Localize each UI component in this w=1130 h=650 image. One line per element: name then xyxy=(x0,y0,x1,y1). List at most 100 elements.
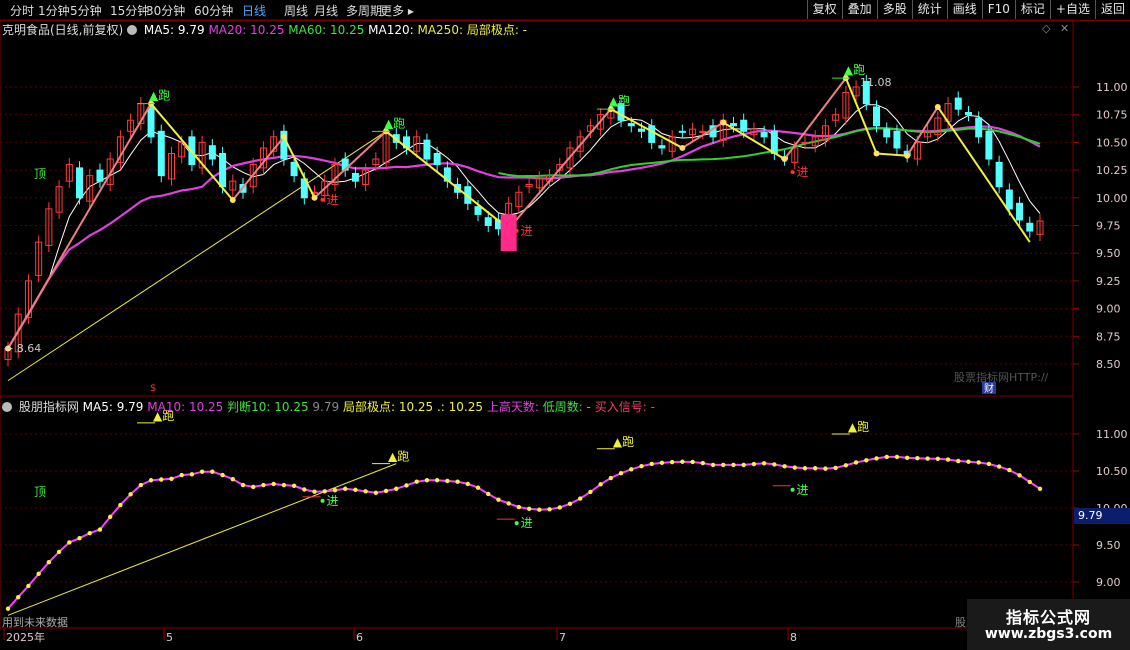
sub-dot xyxy=(281,482,287,488)
sub-panel-frame xyxy=(0,395,1074,629)
sub-dot xyxy=(925,456,930,461)
y-tick-label: 9.75 xyxy=(1096,220,1121,233)
sub-buy-label: 进 xyxy=(327,494,339,508)
sub-dot xyxy=(312,489,317,494)
sub-trend-line xyxy=(7,463,397,616)
sub-dot xyxy=(424,478,430,483)
run-label: ▲跑 xyxy=(149,89,170,103)
sub-dot xyxy=(251,484,256,490)
sub-dot xyxy=(179,472,184,478)
indicator-label: 判断10: 10.25 xyxy=(227,400,313,414)
zigzag-segment xyxy=(507,108,612,230)
sub-dot xyxy=(220,472,225,478)
indicator-label: MA120: xyxy=(368,23,418,37)
candle-body xyxy=(1026,222,1034,232)
y-tick-label: 10.75 xyxy=(1096,109,1128,122)
sub-dot xyxy=(148,478,154,483)
site-logo: 指标公式网 www.zbgs3.com xyxy=(967,599,1130,650)
sub-y-tick-label: 9.00 xyxy=(1096,576,1121,589)
sub-dot xyxy=(46,559,52,565)
settings-icon[interactable] xyxy=(127,25,138,35)
candle-body xyxy=(423,139,431,160)
sub-info-line: 股朋指标网 MA5: 9.79 MA10: 10.25 判断10: 10.25 … xyxy=(2,398,655,415)
candle-body xyxy=(954,97,962,110)
candle-body xyxy=(484,217,492,227)
dollar-marker: $ xyxy=(150,383,156,394)
sub-dot xyxy=(853,460,859,465)
sub-y-tick-label: 10.50 xyxy=(1096,465,1128,478)
sub-buy-dot xyxy=(320,498,325,503)
sub-dot xyxy=(353,487,358,493)
candle-body xyxy=(76,167,84,199)
buy-dot xyxy=(790,170,795,175)
sub-dot xyxy=(486,491,491,497)
diamond-icon[interactable]: ◇ xyxy=(1042,22,1050,35)
run-label: ▲跑 xyxy=(384,116,405,130)
sub-dot xyxy=(639,463,644,469)
zigzag-segment xyxy=(876,152,908,157)
sub-dot xyxy=(813,466,818,471)
sub-dot xyxy=(67,540,72,545)
candle-body xyxy=(893,130,901,149)
candle-body xyxy=(157,130,165,177)
top-label: 顶 xyxy=(34,167,46,181)
sub-dot xyxy=(159,477,164,482)
date-label: 7 xyxy=(559,631,566,644)
sub-dot xyxy=(445,478,450,484)
sub-title: 股朋指标网 xyxy=(18,400,79,414)
watermark-text: 股票指标网HTTP:// xyxy=(954,370,1049,384)
sub-dot xyxy=(741,462,746,468)
sub-dot xyxy=(986,461,992,467)
candle-body xyxy=(433,152,441,166)
sub-dot xyxy=(618,471,624,476)
pivot-dot xyxy=(679,144,686,151)
sub-dot xyxy=(629,467,634,472)
pivot-dot xyxy=(311,194,318,201)
chart-canvas[interactable]: 11.00 10.75 10.50 10.25 10.00 9.75 9.50 9.25 9.0… xyxy=(0,0,1130,650)
low-price-label: ← 8.64 xyxy=(4,342,41,355)
candle-body xyxy=(638,128,646,132)
sub-dot xyxy=(169,476,174,481)
sub-settings-icon[interactable] xyxy=(2,402,12,412)
sub-dot xyxy=(792,465,797,470)
sub-buy-label: 进 xyxy=(797,483,809,497)
sub-dot xyxy=(230,476,235,482)
sub-dot xyxy=(26,583,31,589)
sub-dot xyxy=(802,466,808,471)
pivot-dot xyxy=(720,119,727,126)
sub-dot xyxy=(598,482,603,487)
sub-dot xyxy=(843,463,849,468)
sub-dot xyxy=(1027,479,1032,485)
sub-dot xyxy=(567,501,573,506)
candle-body xyxy=(964,111,972,116)
sub-dot xyxy=(956,458,961,464)
y-tick-label: 9.25 xyxy=(1096,275,1121,288)
sub-top-label: 顶 xyxy=(34,485,46,499)
sub-dot xyxy=(394,486,399,491)
sub-run-label: ▲跑 xyxy=(848,420,869,434)
pivot-dot xyxy=(934,103,941,110)
pivot-dot xyxy=(781,156,788,163)
y-tick-label: 9.50 xyxy=(1096,247,1121,260)
main-title: 克明食品(日线,前复权) xyxy=(2,23,124,37)
sub-dot xyxy=(761,461,767,466)
sub-dot xyxy=(772,462,777,467)
buy-label: 进 xyxy=(521,224,533,238)
close-icon[interactable]: ✕ xyxy=(1060,22,1069,35)
y-tick-label: 9.00 xyxy=(1096,303,1121,316)
sub-dot xyxy=(506,501,511,506)
sub-dot xyxy=(373,490,379,496)
candle-body xyxy=(975,117,983,138)
sub-dot xyxy=(945,457,951,462)
sub-dot xyxy=(465,481,471,487)
high-price-label: 11.08 xyxy=(860,76,892,89)
candle-body xyxy=(985,130,993,160)
sub-dot xyxy=(240,482,246,488)
date-label: 6 xyxy=(356,631,363,644)
buy-label: 进 xyxy=(797,165,809,179)
sub-indicators: MA5: 9.79 MA10: 10.25 判断10: 10.25 9.79 局… xyxy=(83,400,655,414)
sub-dot xyxy=(537,507,542,512)
sub-dot xyxy=(721,462,726,468)
indicator-label: 上高天数: xyxy=(486,400,543,414)
sub-dot xyxy=(782,464,787,469)
